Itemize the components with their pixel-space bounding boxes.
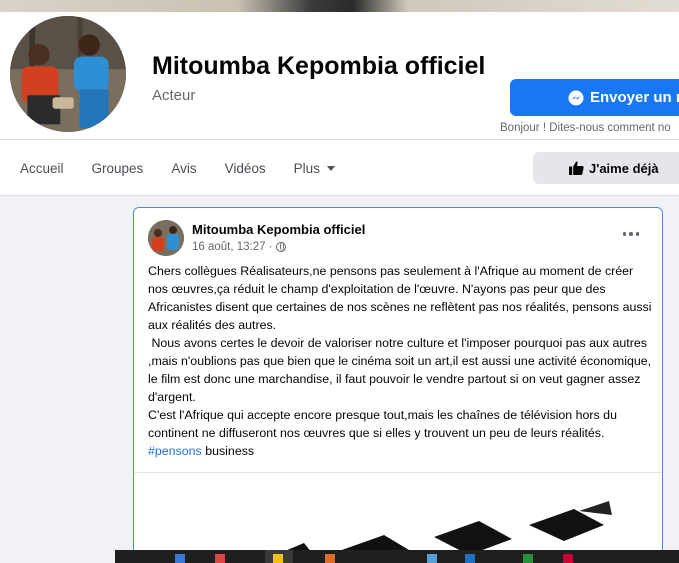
page-title: Mitoumba Kepombia officiel (152, 52, 486, 80)
messenger-icon (568, 90, 584, 106)
thumbs-up-icon (569, 161, 584, 175)
page-header: Mitoumba Kepombia officiel Acteur Envoye… (0, 12, 679, 196)
cover-photo (0, 0, 679, 12)
post-card: Mitoumba Kepombia officiel 16 août, 13:2… (133, 207, 663, 563)
tab-label: Vidéos (224, 160, 266, 176)
taskbar-icons (115, 550, 679, 563)
globe-icon (275, 242, 286, 252)
hashtag-link[interactable]: #pensons (148, 444, 202, 458)
page-tabs: Accueil Groupes Avis Vidéos Plus (0, 142, 349, 194)
page-category: Acteur (152, 87, 196, 104)
send-message-button[interactable]: Envoyer un m (510, 79, 679, 116)
post-paragraph: C'est l'Afrique qui accepte encore presq… (148, 408, 621, 440)
tab-label: Plus (293, 160, 320, 176)
profile-picture[interactable] (6, 12, 130, 136)
post-tags: #pensons business (148, 442, 654, 460)
tab-videos[interactable]: Vidéos (211, 161, 280, 176)
profile-photo-image (10, 16, 126, 132)
tab-label: Accueil (20, 160, 64, 176)
tab-plus[interactable]: Plus (280, 161, 349, 176)
header-divider (0, 139, 679, 140)
post-body: Chers collègues Réalisateurs,ne pensons … (148, 262, 654, 460)
post-timestamp[interactable]: 16 août, 13:27 · (192, 241, 286, 253)
tab-avis[interactable]: Avis (157, 161, 210, 176)
chevron-down-icon (326, 165, 335, 171)
post-time-text: 16 août, 13:27 · (192, 241, 273, 253)
post-paragraph: Nous avons certes le devoir de valoriser… (148, 336, 655, 404)
send-message-label: Envoyer un m (590, 89, 679, 106)
post-paragraph: Chers collègues Réalisateurs,ne pensons … (148, 264, 655, 332)
tab-label: Groupes (91, 160, 144, 176)
tab-label: Avis (171, 160, 197, 176)
os-taskbar (115, 550, 679, 563)
more-dot-icon (629, 232, 633, 236)
tag-text: business (201, 444, 255, 458)
messenger-greeting: Bonjour ! Dites-nous comment no (500, 122, 671, 134)
post-avatar-image (148, 220, 184, 256)
post-options-button[interactable] (620, 224, 642, 244)
tab-accueil[interactable]: Accueil (0, 161, 78, 176)
post-author-avatar[interactable] (148, 220, 184, 256)
post-author-name[interactable]: Mitoumba Kepombia officiel (192, 222, 365, 237)
tab-groupes[interactable]: Groupes (78, 161, 158, 176)
liked-button[interactable]: J'aime déjà (533, 152, 679, 184)
more-dot-icon (622, 232, 627, 236)
liked-label: J'aime déjà (589, 160, 659, 176)
more-dot-icon (635, 232, 640, 236)
